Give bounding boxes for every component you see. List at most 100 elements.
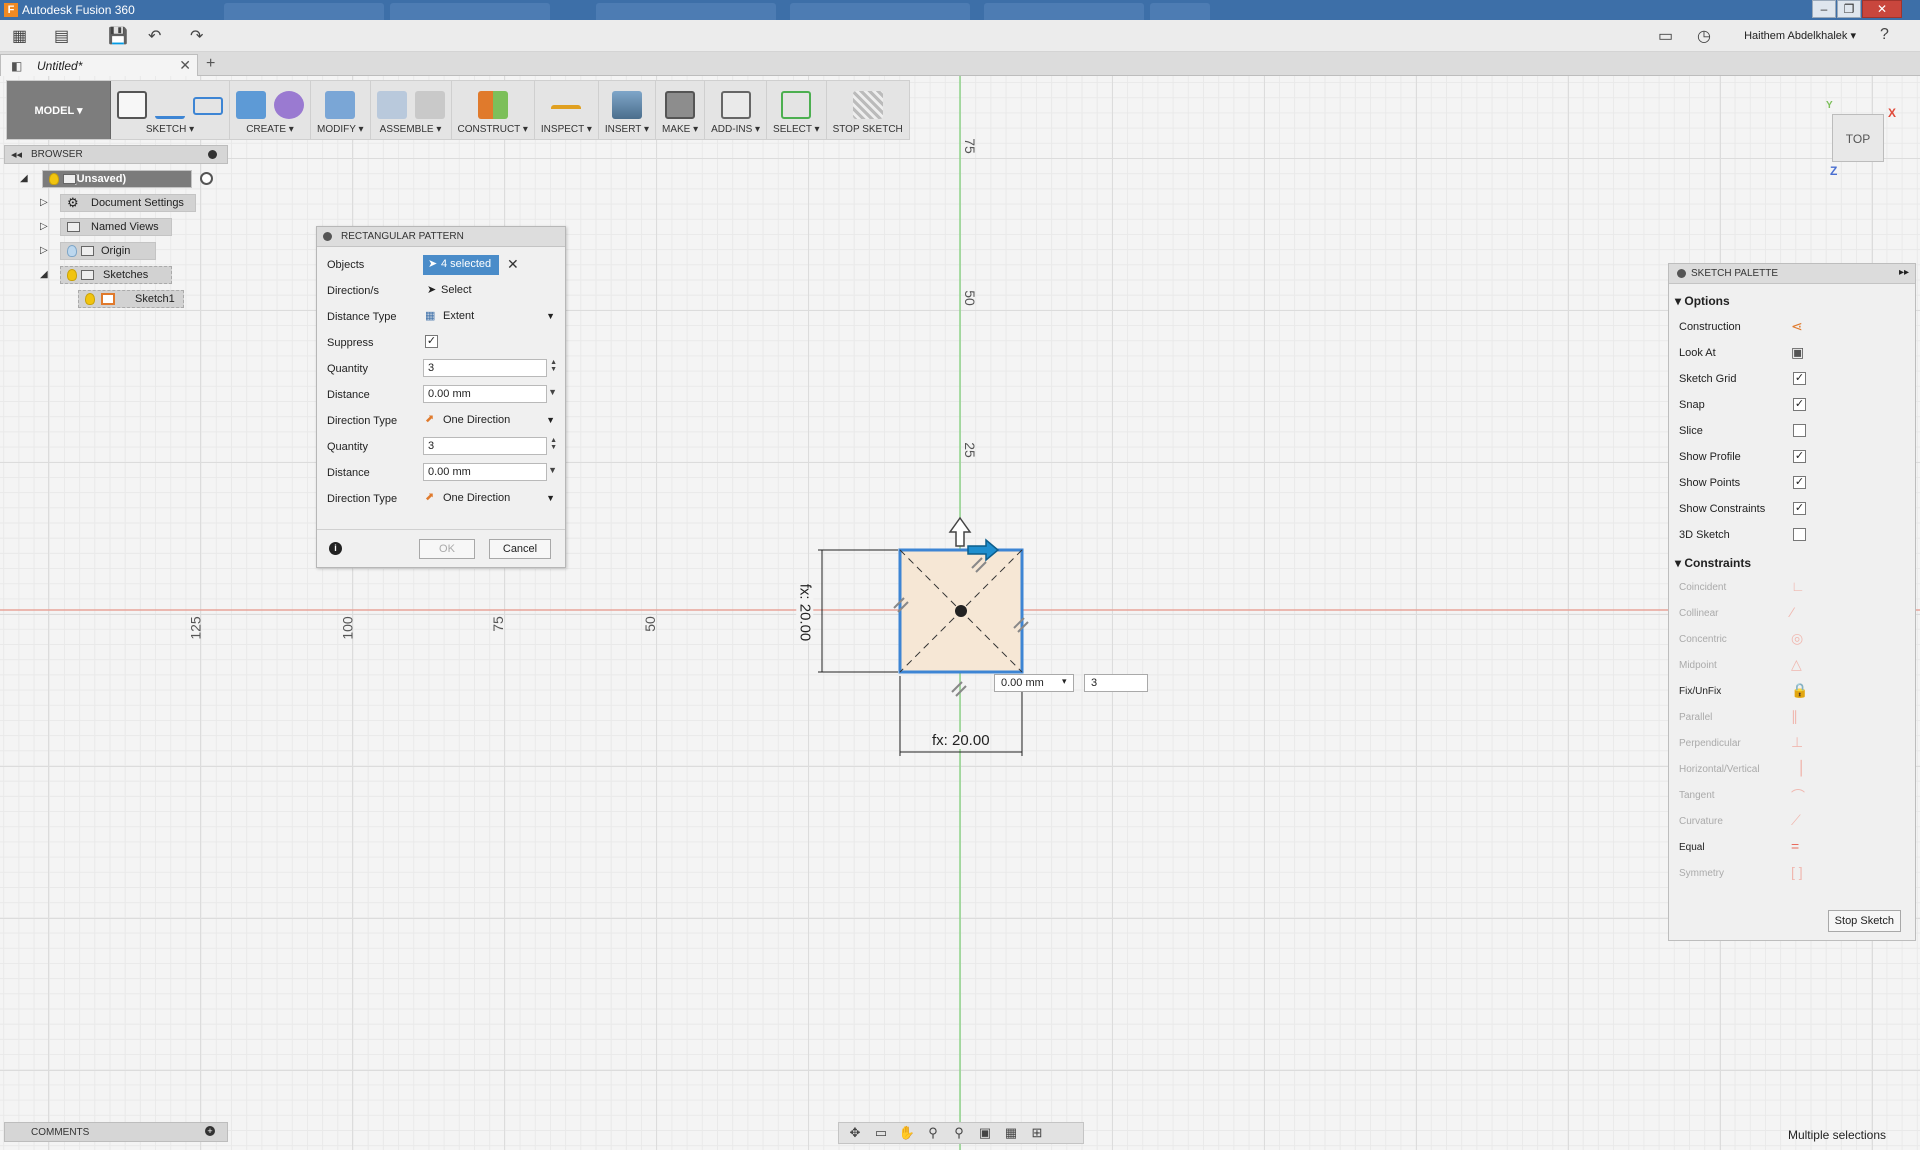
constraint-row[interactable]: Curvature ⟋ xyxy=(1679,812,1909,832)
objects-selection-button[interactable]: ➤ 4 selected xyxy=(423,255,499,275)
add-comment-icon[interactable]: + xyxy=(205,1126,215,1136)
expand-palette-icon[interactable]: ▸▸ xyxy=(1899,267,1909,278)
distance-input-1[interactable]: 0.00 mm xyxy=(423,385,547,403)
expand-arrow-icon[interactable]: ◢ xyxy=(40,269,48,280)
constraint-row[interactable]: Horizontal/Vertical ▕ xyxy=(1679,760,1909,780)
modify-menu[interactable]: MODIFY ▾ xyxy=(311,81,371,139)
visibility-bulb-icon[interactable] xyxy=(67,269,77,281)
close-tab-icon[interactable]: ✕ xyxy=(179,57,191,74)
tree-item-sketch1[interactable]: Sketch1 xyxy=(4,290,228,310)
constraint-row[interactable]: Midpoint △ xyxy=(1679,656,1909,676)
tree-item-sketches[interactable]: ◢ Sketches xyxy=(4,266,228,286)
options-section-header[interactable]: ▾ Options xyxy=(1675,294,1730,308)
chevron-down-icon[interactable]: ▾ xyxy=(1062,676,1067,687)
help-icon[interactable]: ? xyxy=(1880,26,1889,44)
palette-option-row[interactable]: Slice xyxy=(1679,422,1909,442)
width-dimension[interactable]: fx: 20.00 xyxy=(932,732,990,749)
clear-selection-icon[interactable]: ✕ xyxy=(507,256,519,273)
pan-hand-icon[interactable]: ✋ xyxy=(897,1125,917,1141)
tree-root[interactable]: ◢ (Unsaved) xyxy=(4,170,228,190)
job-status-icon[interactable]: ◷ xyxy=(1697,26,1711,46)
construction-icon[interactable]: ⋖ xyxy=(1791,318,1803,335)
chevron-down-icon[interactable]: ▼ xyxy=(548,466,557,475)
stop-sketch-tool[interactable]: STOP SKETCH xyxy=(827,81,909,139)
grid-settings-icon[interactable]: ▦ xyxy=(1001,1125,1021,1141)
constraint-icon[interactable]: ⟋ xyxy=(1791,812,1801,829)
constraint-icon[interactable]: △ xyxy=(1791,656,1802,673)
quantity-input-1[interactable]: 3 xyxy=(423,359,547,377)
chevron-down-icon[interactable]: ▼ xyxy=(548,388,557,397)
constraint-icon[interactable]: ⊥ xyxy=(1791,734,1803,751)
press-pull-icon[interactable] xyxy=(325,91,356,119)
extrude-icon[interactable] xyxy=(236,91,266,119)
browser-header[interactable]: ◂◂ BROWSER xyxy=(4,145,228,164)
constraint-row[interactable]: Tangent ⌒ xyxy=(1679,786,1909,806)
cancel-button[interactable]: Cancel xyxy=(489,539,551,559)
direction-type-dropdown-2[interactable]: ⬈ One Direction ▼ xyxy=(423,489,559,509)
minimize-button[interactable]: – xyxy=(1812,0,1836,18)
sketches-node[interactable]: Sketches xyxy=(60,266,172,284)
palette-option-row[interactable]: 3D Sketch xyxy=(1679,526,1909,546)
quantity-stepper-2[interactable]: ▲ ▼ xyxy=(550,437,557,451)
canvas-quantity-input[interactable]: 3 xyxy=(1084,674,1148,692)
user-account-menu[interactable]: Haithem Abdelkhalek ▾ xyxy=(1744,29,1856,42)
collapse-palette-icon[interactable] xyxy=(1677,269,1686,278)
close-window-button[interactable]: ✕ xyxy=(1862,0,1902,18)
save-icon[interactable]: 💾 xyxy=(108,26,128,46)
visibility-bulb-icon[interactable] xyxy=(67,245,77,257)
constraint-row[interactable]: Equal = xyxy=(1679,838,1909,858)
height-dimension[interactable]: fx: 20.00 xyxy=(796,583,814,642)
constraint-row[interactable]: Fix/UnFix 🔒 xyxy=(1679,682,1909,702)
create-sketch-icon[interactable] xyxy=(117,91,147,119)
sketch1-node[interactable]: Sketch1 xyxy=(78,290,184,308)
expand-arrow-icon[interactable]: ◢ xyxy=(20,173,28,184)
quantity-input-2[interactable]: 3 xyxy=(423,437,547,455)
add-ins-menu[interactable]: ADD-INS ▾ xyxy=(705,81,768,139)
palette-option-row[interactable]: Show Profile ✓ xyxy=(1679,448,1909,468)
tree-item-origin[interactable]: ▷ Origin xyxy=(4,242,228,262)
stop-sketch-button[interactable]: Stop Sketch xyxy=(1827,910,1901,932)
constraint-icon[interactable]: ⁄ xyxy=(1791,604,1793,620)
collapse-panel-icon[interactable]: ◂◂ xyxy=(11,148,22,161)
new-component-icon[interactable] xyxy=(376,91,407,119)
constraint-icon[interactable]: ∟ xyxy=(1791,578,1805,594)
inspect-menu[interactable]: INSPECT ▾ xyxy=(535,81,599,139)
ok-button[interactable]: OK xyxy=(419,539,475,559)
redo-icon[interactable]: ↷ xyxy=(190,26,203,46)
constraint-icon[interactable]: ▕ xyxy=(1791,760,1802,777)
expand-arrow-icon[interactable]: ▷ xyxy=(40,245,48,256)
palette-option-row[interactable]: Construction ⋖ xyxy=(1679,318,1909,338)
constraints-section-header[interactable]: ▾ Constraints xyxy=(1675,556,1751,570)
document-tab[interactable]: ◧ Untitled* ✕ xyxy=(0,54,198,76)
constraint-row[interactable]: Coincident ∟ xyxy=(1679,578,1909,598)
orbit-icon[interactable]: ✥ xyxy=(845,1125,865,1141)
restore-button[interactable]: ❐ xyxy=(1837,0,1861,18)
measure-icon[interactable] xyxy=(551,105,582,119)
assemble-menu[interactable]: ASSEMBLE ▾ xyxy=(371,81,452,139)
dialog-header[interactable]: RECTANGULAR PATTERN xyxy=(317,227,565,247)
constraint-icon[interactable]: [ ] xyxy=(1791,864,1803,880)
comments-panel[interactable]: COMMENTS + xyxy=(4,1122,228,1142)
sketch-menu[interactable]: SKETCH ▾ xyxy=(111,81,230,139)
pin-icon[interactable] xyxy=(208,150,217,159)
palette-option-checkbox[interactable]: ✓ xyxy=(1793,450,1806,463)
make-menu[interactable]: MAKE ▾ xyxy=(656,81,706,139)
viewports-icon[interactable]: ⊞ xyxy=(1027,1125,1047,1141)
notifications-icon[interactable]: ▭ xyxy=(1658,26,1673,46)
scripts-icon[interactable] xyxy=(720,91,751,119)
display-settings-icon[interactable]: ▣ xyxy=(975,1125,995,1141)
data-panel-grid-icon[interactable]: ▦ xyxy=(12,26,27,46)
form-icon[interactable] xyxy=(274,91,304,119)
constraint-icon[interactable]: 🔒 xyxy=(1791,682,1808,699)
create-menu[interactable]: CREATE ▾ xyxy=(230,81,311,139)
sketch-canvas[interactable]: 75 50 25 125 100 75 50 fx: 20.00 fx: 20.… xyxy=(0,76,1920,1150)
suppress-checkbox[interactable]: ✓ xyxy=(425,335,438,348)
palette-option-checkbox[interactable]: ✓ xyxy=(1793,476,1806,489)
distance-type-dropdown[interactable]: ▦ Extent ▼ xyxy=(423,307,559,327)
direction-type-dropdown-1[interactable]: ⬈ One Direction ▼ xyxy=(423,411,559,431)
tree-item-named-views[interactable]: ▷ Named Views xyxy=(4,218,228,238)
3d-print-icon[interactable] xyxy=(665,91,696,119)
palette-option-row[interactable]: Snap ✓ xyxy=(1679,396,1909,416)
palette-option-row[interactable]: Sketch Grid ✓ xyxy=(1679,370,1909,390)
constraint-icon[interactable]: ◎ xyxy=(1791,630,1803,647)
